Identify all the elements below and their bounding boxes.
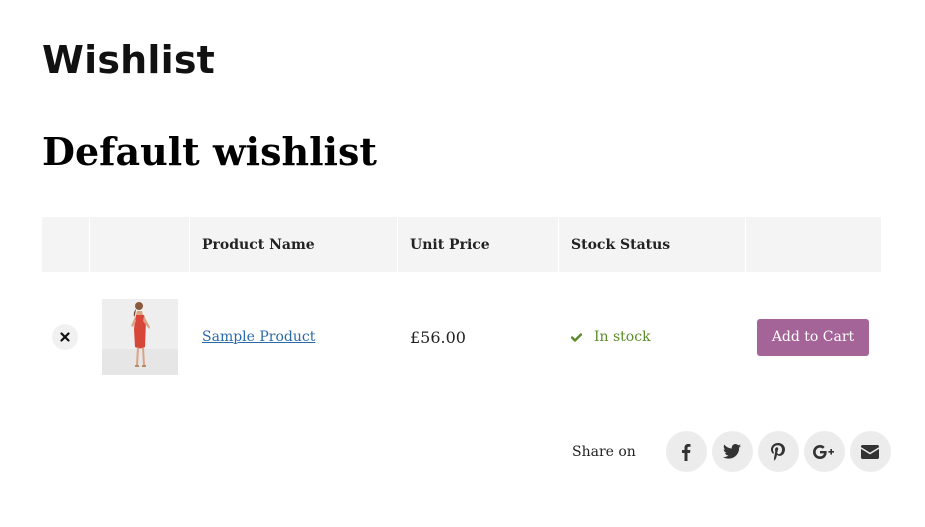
share-twitter-button[interactable] <box>711 431 753 472</box>
header-product-name: Product Name <box>190 217 398 272</box>
product-name-cell: Sample Product <box>190 272 398 402</box>
close-icon <box>60 332 70 342</box>
share-icons <box>665 431 891 472</box>
facebook-icon <box>682 443 691 461</box>
header-action <box>746 217 881 272</box>
header-remove <box>42 217 90 272</box>
product-thumbnail[interactable] <box>102 299 178 375</box>
thumbnail-cell <box>90 272 190 402</box>
share-label: Share on <box>572 443 636 460</box>
pinterest-icon <box>771 442 786 461</box>
share-pinterest-button[interactable] <box>757 431 799 472</box>
add-to-cart-button[interactable]: Add to Cart <box>757 318 869 356</box>
stock-status-label: In stock <box>594 329 651 345</box>
header-thumbnail <box>90 217 190 272</box>
email-icon <box>861 444 880 459</box>
remove-cell <box>42 272 90 402</box>
remove-item-button[interactable] <box>52 324 78 350</box>
twitter-icon <box>723 444 742 459</box>
unit-price-cell: £56.00 <box>398 272 559 402</box>
stock-status-cell: In stock <box>559 272 746 402</box>
google-plus-icon <box>813 444 835 459</box>
share-bar: Share on <box>572 431 891 472</box>
product-image <box>102 299 178 375</box>
share-email-button[interactable] <box>849 431 891 472</box>
header-unit-price: Unit Price <box>398 217 559 272</box>
header-stock-status: Stock Status <box>559 217 746 272</box>
wishlist-table: Product Name Unit Price Stock Status Sam… <box>42 217 881 402</box>
page-title: Wishlist <box>42 38 216 82</box>
unit-price: £56.00 <box>410 327 466 347</box>
product-name-link[interactable]: Sample Product <box>202 329 315 345</box>
stock-status: In stock <box>571 329 734 345</box>
table-header: Product Name Unit Price Stock Status <box>42 217 881 272</box>
share-facebook-button[interactable] <box>665 431 707 472</box>
action-cell: Add to Cart <box>746 272 881 402</box>
wishlist-title: Default wishlist <box>42 129 377 174</box>
check-icon <box>571 332 582 342</box>
table-row: Sample Product £56.00 In stock Add to Ca… <box>42 272 881 402</box>
share-google-plus-button[interactable] <box>803 431 845 472</box>
